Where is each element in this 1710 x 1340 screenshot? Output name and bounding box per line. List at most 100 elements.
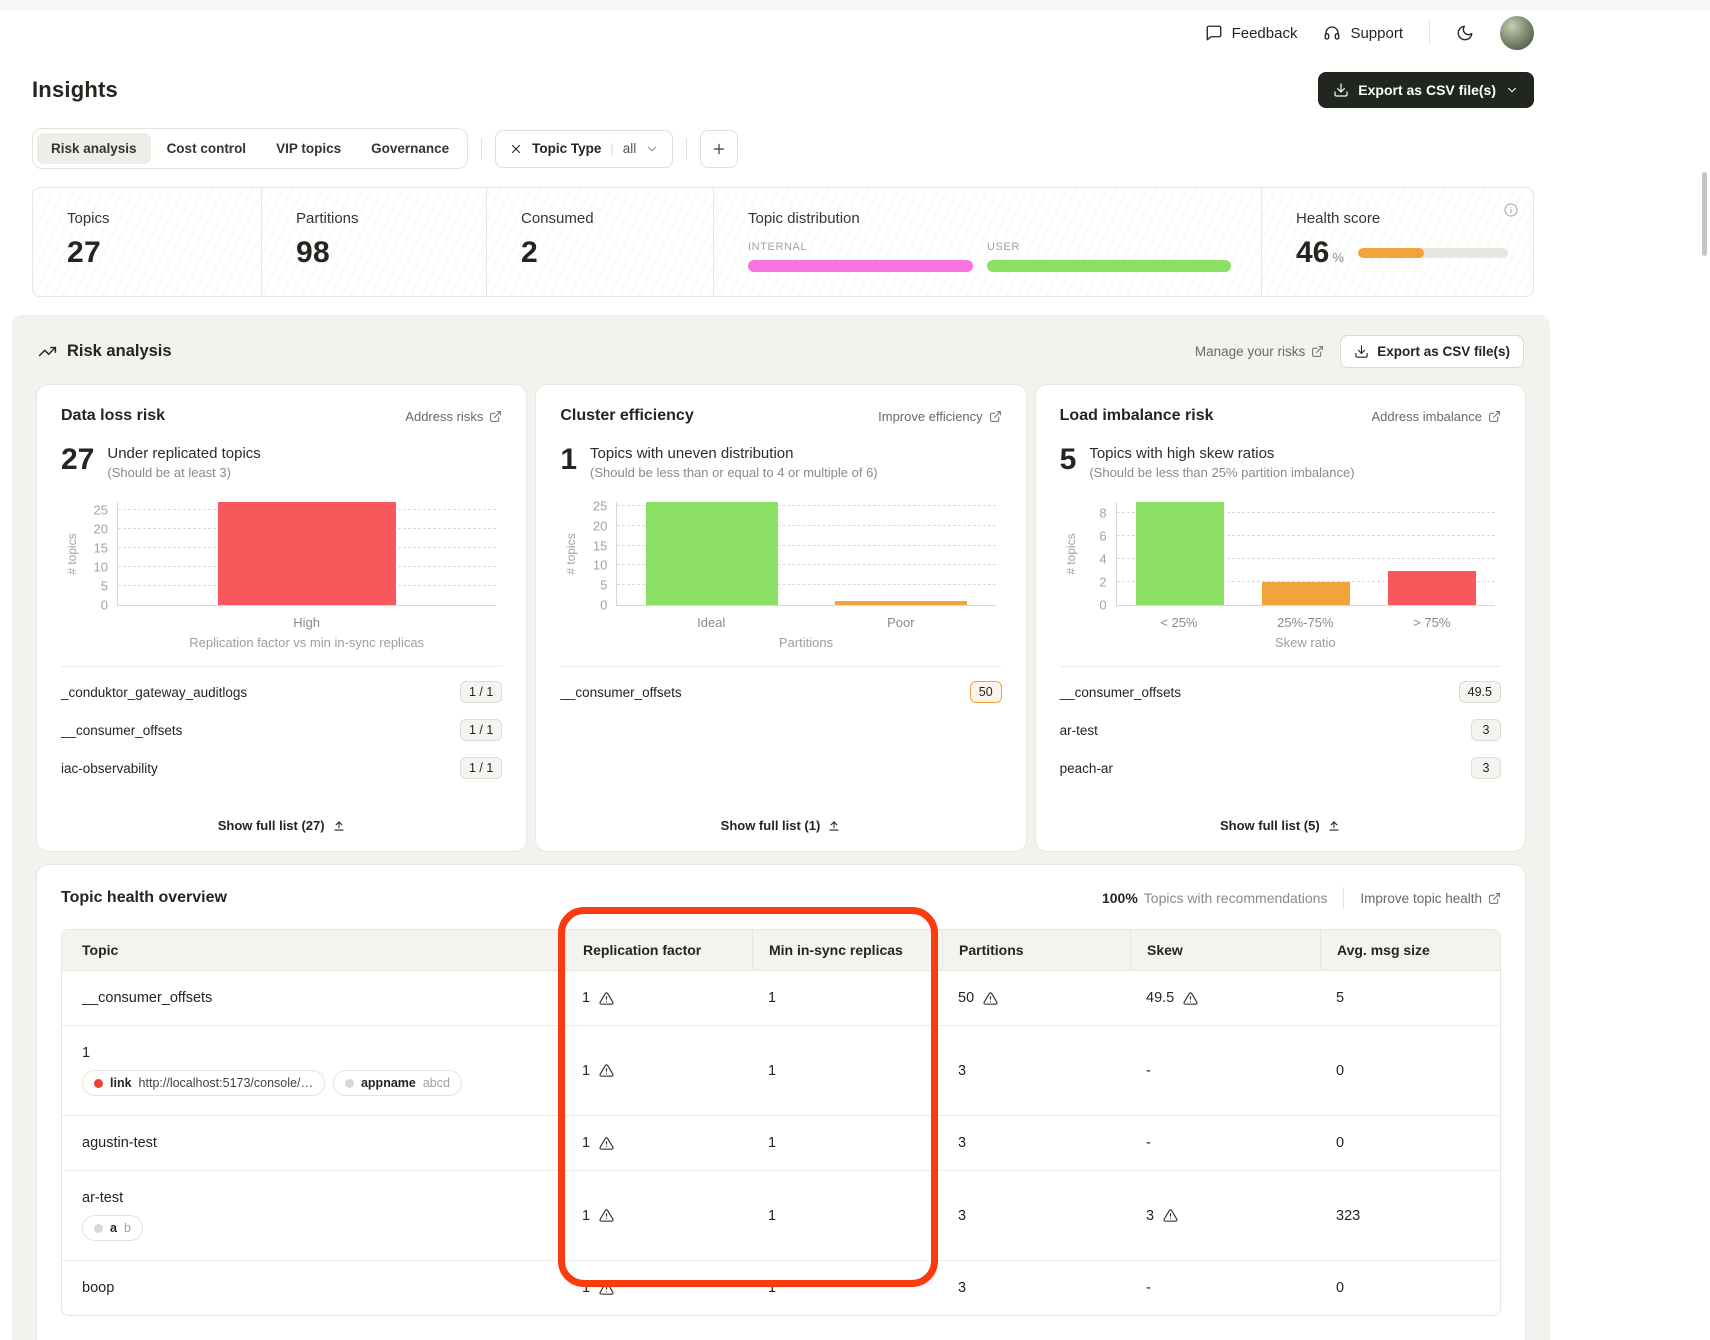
metric-text: Topics with uneven distribution(Should b… [590,445,878,480]
health-score-fill [1358,248,1424,258]
y-tick-label: 8 [1099,506,1106,521]
scrollbar-thumb[interactable] [1702,172,1707,256]
tag-chip-link[interactable]: linkhttp://localhost:5173/console/… [82,1070,325,1096]
feedback-bubble-icon [1205,24,1223,42]
chevron-down-icon [1505,83,1519,97]
table-row-consumer-offsets[interactable]: __consumer_offsets115049.55 [62,971,1501,1025]
topic-tags: ab [82,1215,550,1241]
view-tabs: Risk analysisCost controlVIP topicsGover… [32,128,468,169]
cell-min-in-sync-replicas: 1 [752,1170,942,1260]
cell-replication-factor: 1 [566,971,752,1025]
export-risks-csv-button[interactable]: Export as CSV file(s) [1340,335,1524,368]
address-imbalance-link[interactable]: Address imbalance [1371,409,1501,424]
cell-partitions: 3 [942,1025,1130,1115]
support-button[interactable]: Support [1323,24,1403,42]
metric-value: 1 [560,445,577,475]
cell-value: 5 [1336,990,1344,1006]
x-tick-label: 25%-75% [1242,615,1368,630]
show-full-list-link[interactable]: Show full list (1) [721,806,842,833]
close-icon[interactable] [509,142,523,156]
user-avatar[interactable] [1500,16,1534,50]
cell-value: 3 [958,1280,966,1296]
tab-risk-analysis[interactable]: Risk analysis [37,133,151,164]
cell-avg-msg-size: 0 [1320,1115,1501,1170]
manage-risks-link[interactable]: Manage your risks [1195,344,1324,359]
cell-value: 1 [768,1135,776,1151]
metric-text: Topics with high skew ratios(Should be l… [1089,445,1354,480]
export-csv-button[interactable]: Export as CSV file(s) [1318,72,1534,108]
cell-content: 1 [768,1280,926,1296]
cell-content: 323 [1336,1208,1488,1224]
column-header-replication-factor: Replication factor [566,930,752,971]
tab-cost-control[interactable]: Cost control [153,133,261,164]
table-row-agustin-test[interactable]: agustin-test113-0 [62,1115,1501,1170]
stat-value: 27 [67,236,261,270]
tag-value: b [124,1221,131,1235]
cell-content: 1 [768,1063,926,1079]
cell-value: 1 [768,1280,776,1296]
table-row-1[interactable]: 1 linkhttp://localhost:5173/console/… appn… [62,1025,1501,1115]
cell-replication-factor: 1 [566,1170,752,1260]
cell-content: 1 [582,990,736,1006]
summary-value: 100% [1102,890,1138,906]
external-link-icon [1488,410,1501,423]
health-score-value: 46 [1296,236,1329,270]
download-icon [1333,82,1349,98]
table-row-ar-test[interactable]: ar-testab1133323 [62,1170,1501,1260]
info-icon[interactable] [1503,202,1519,218]
cell-min-in-sync-replicas: 1 [752,1115,942,1170]
cell-content: 1 [768,1135,926,1151]
card-metric: 1 Topics with uneven distribution(Should … [560,445,1001,480]
table-row-boop[interactable]: boop113-0 [62,1260,1501,1315]
list-item-badge: 1 / 1 [460,757,502,779]
show-full-list-link[interactable]: Show full list (27) [218,806,346,833]
bar-25-75 [1262,582,1350,605]
list-item-badge: 49.5 [1459,681,1501,703]
cell-avg-msg-size: 0 [1320,1260,1501,1315]
metric-label: Topics with uneven distribution [590,445,878,462]
list-item[interactable]: peach-ar3 [1060,749,1501,787]
cell-value: 3 [958,1063,966,1079]
list-item-badge: 3 [1471,757,1501,779]
list-item[interactable]: __consumer_offsets50 [560,673,1001,711]
topic-cell: boop [62,1260,566,1315]
bars [118,502,496,605]
export-risks-label: Export as CSV file(s) [1377,344,1510,359]
recommendations-summary: 100% Topics with recommendations [1102,890,1327,906]
tag-dot-icon [345,1079,354,1088]
show-full-list-link[interactable]: Show full list (5) [1220,806,1341,833]
list-item[interactable]: iac-observability1 / 1 [61,749,502,787]
cell-partitions: 3 [942,1260,1130,1315]
metric-text: Under replicated topics(Should be at lea… [107,445,260,480]
topic-type-filter[interactable]: Topic Type | all [495,130,673,168]
distribution-title: Topic distribution [748,210,1237,227]
dark-mode-toggle[interactable] [1456,24,1474,42]
x-axis-label: Skew ratio [1116,635,1495,650]
tab-vip-topics[interactable]: VIP topics [262,133,355,164]
card-action-label: Address imbalance [1371,409,1482,424]
improve-efficiency-link[interactable]: Improve efficiency [878,409,1002,424]
metric-sublabel: (Should be less than 25% partition imbal… [1089,465,1354,480]
x-axis-categories: High [117,615,496,630]
list-item[interactable]: _conduktor_gateway_auditlogs1 / 1 [61,673,502,711]
feedback-button[interactable]: Feedback [1205,24,1298,42]
list-item[interactable]: ar-test3 [1060,711,1501,749]
improve-topic-health-link[interactable]: Improve topic health [1360,891,1501,906]
tag-chip-appname[interactable]: appnameabcd [333,1070,462,1096]
cell-min-in-sync-replicas: 1 [752,1025,942,1115]
list-item[interactable]: __consumer_offsets1 / 1 [61,711,502,749]
x-tick-label: High [117,615,496,630]
column-header-min-in-sync-replicas: Min in-sync replicas [752,930,942,971]
tag-chip-a[interactable]: ab [82,1215,143,1241]
y-tick-label: 6 [1099,529,1106,544]
warning-icon [599,1281,614,1296]
list-item[interactable]: __consumer_offsets49.5 [1060,673,1501,711]
show-full-list-label: Show full list (5) [1220,818,1320,833]
address-risks-link[interactable]: Address risks [405,409,502,424]
tab-governance[interactable]: Governance [357,133,463,164]
cell-value: 1 [768,1208,776,1224]
trending-up-icon [38,342,57,361]
cell-content: 0 [1336,1135,1488,1151]
add-filter-button[interactable] [700,130,738,168]
health-score-title: Health score [1296,210,1509,227]
